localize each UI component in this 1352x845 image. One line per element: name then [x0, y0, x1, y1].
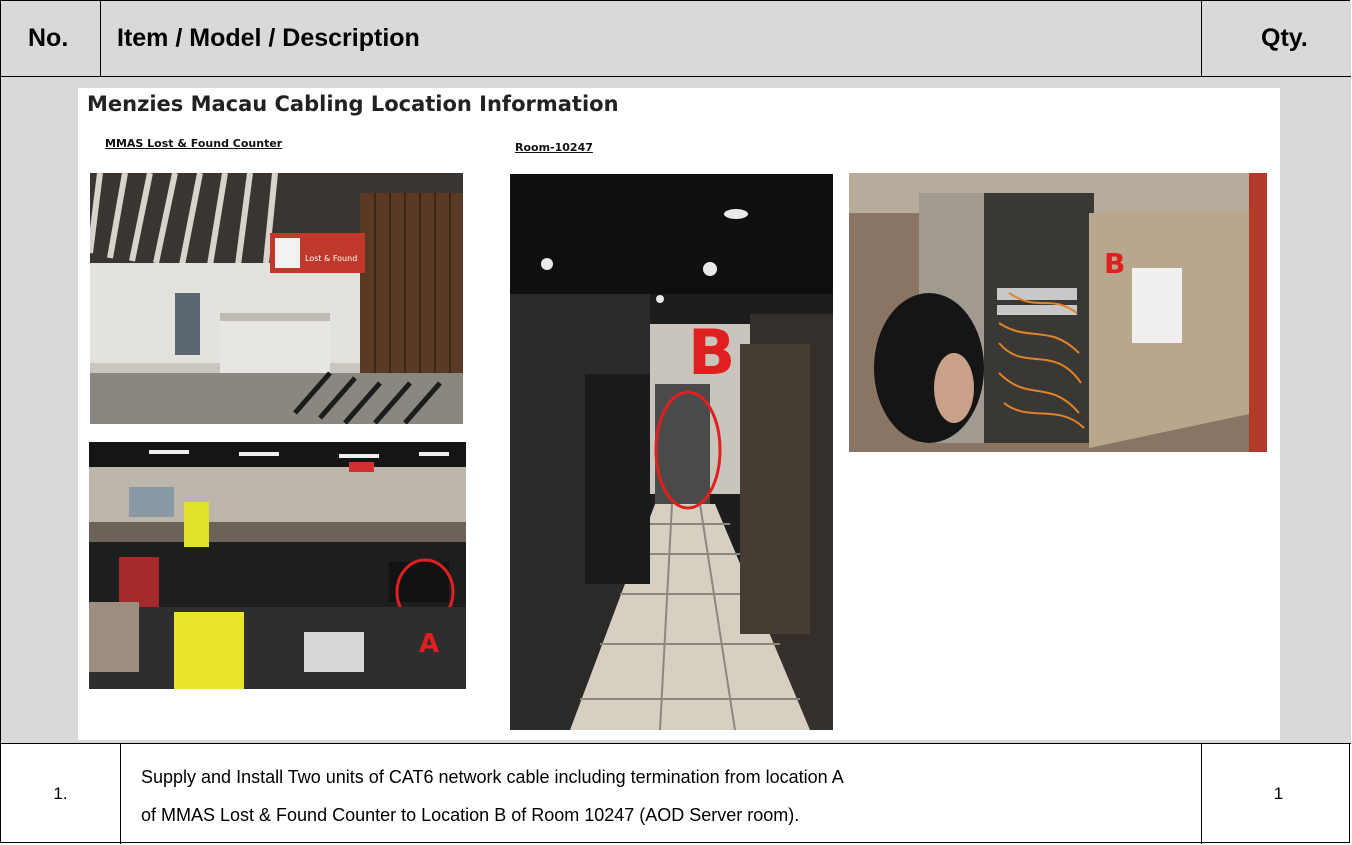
row-description-line-2: of MMAS Lost & Found Counter to Location…	[141, 805, 800, 825]
marker-b-corridor: B	[688, 316, 735, 389]
table-row: 1. Supply and Install Two units of CAT6 …	[1, 744, 1351, 844]
row-qty: 1	[1273, 784, 1284, 803]
row-description-line-1: Supply and Install Two units of CAT6 net…	[141, 767, 844, 787]
row-divider-2	[1201, 744, 1202, 844]
header-no: No.	[28, 24, 69, 52]
location-slide: Menzies Macau Cabling Location Informati…	[78, 88, 1280, 740]
marker-a: A	[419, 629, 439, 659]
photo-counter-overview: Lost & Found	[90, 173, 463, 424]
photo-server-cabinet-location-b: B	[849, 173, 1267, 452]
header-item-description: Item / Model / Description	[117, 24, 420, 52]
sign-text: Lost & Found	[305, 254, 357, 263]
table-header-row: No. Item / Model / Description Qty.	[1, 1, 1351, 77]
photo-counter-location-a: A	[89, 442, 466, 689]
quotation-table: No. Item / Model / Description Qty. Menz…	[0, 0, 1351, 844]
row-description: Supply and Install Two units of CAT6 net…	[141, 758, 1201, 834]
right-caption: Room-10247	[515, 141, 593, 154]
marker-b-cabinet: B	[1104, 247, 1125, 280]
row-number: 1.	[53, 784, 68, 803]
photo-server-room-corridor: B	[510, 174, 833, 730]
slide-title: Menzies Macau Cabling Location Informati…	[87, 92, 619, 116]
header-qty: Qty.	[1261, 24, 1308, 52]
header-divider-2	[1201, 1, 1202, 77]
row-divider-1	[120, 744, 121, 844]
left-caption: MMAS Lost & Found Counter	[105, 137, 283, 150]
header-divider-1	[100, 1, 101, 77]
